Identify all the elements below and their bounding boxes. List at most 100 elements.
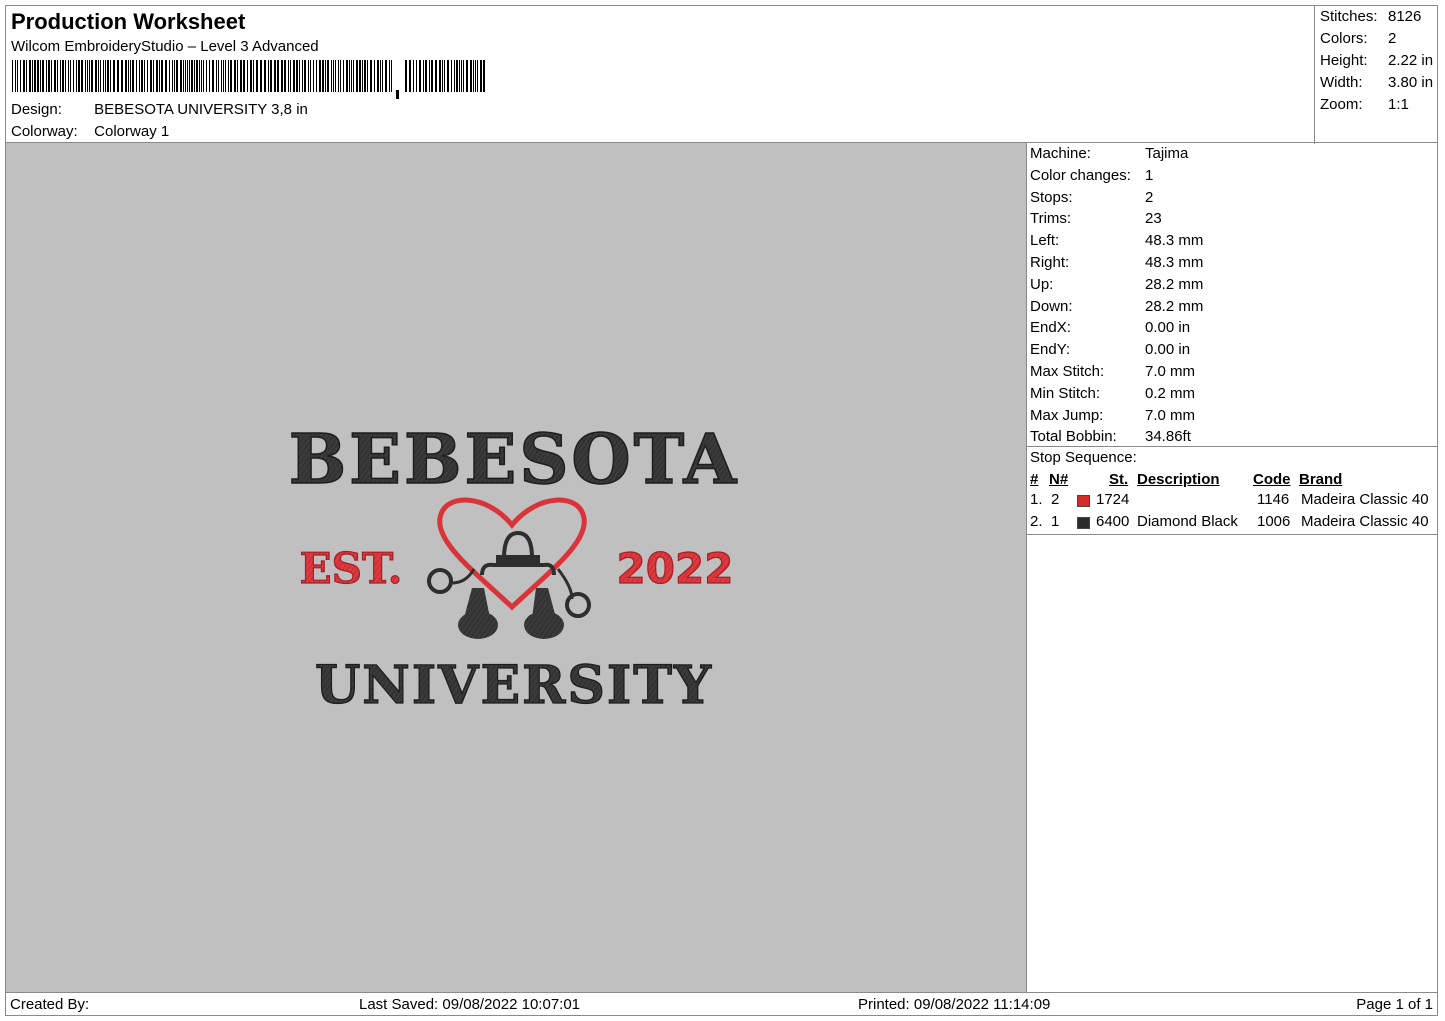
row-code: 1146: [1257, 491, 1290, 508]
barcode: [12, 60, 485, 99]
detail-label: Stops:: [1030, 188, 1073, 206]
colors-row: Colors: 2: [1320, 30, 1396, 47]
design-text-university: UNIVERSITY: [315, 655, 713, 716]
detail-label: Max Stitch:: [1030, 363, 1105, 380]
software-name: Wilcom EmbroideryStudio – Level 3 Advanc…: [11, 38, 319, 55]
zoom-value: 1:1: [1388, 96, 1409, 113]
row-brand: Madeira Classic 40: [1301, 491, 1429, 508]
height-label: Height:: [1320, 52, 1368, 69]
detail-label: Left:: [1030, 232, 1060, 250]
detail-value: 48.3 mm: [1145, 232, 1204, 250]
design-text-bebesota: BEBESOTA: [289, 420, 740, 500]
detail-value: 2: [1145, 188, 1154, 206]
detail-value: 48.3 mm: [1145, 254, 1204, 271]
col-header-needle: N#: [1049, 471, 1069, 488]
detail-row: Max Jump: 7.0 mm: [1030, 407, 1195, 424]
design-value: BEBESOTA UNIVERSITY 3,8 in: [94, 101, 308, 118]
table-row: 1. 2 1724 1146 Madeira Classic 40: [1027, 491, 1437, 513]
width-label: Width:: [1320, 74, 1363, 91]
height-value: 2.22 in: [1388, 52, 1434, 69]
table-row: 2. 1 6400 Diamond Black 1006 Madeira Cla…: [1027, 513, 1437, 535]
detail-row: Stops: 2: [1030, 189, 1153, 206]
width-row: Width: 3.80 in: [1320, 74, 1433, 91]
detail-row: Trims: 23: [1030, 210, 1162, 227]
detail-row: Color changes: 1: [1030, 167, 1153, 184]
width-value: 3.80 in: [1388, 74, 1434, 91]
stitches-row: Stitches: 8126: [1320, 8, 1421, 25]
col-header-description: Description: [1137, 471, 1220, 488]
page-title: Production Worksheet: [11, 9, 246, 34]
worksheet-footer: Created By: Last Saved: 09/08/2022 10:07…: [5, 992, 1438, 1016]
row-stitches: 1724: [1096, 491, 1130, 508]
detail-value: 0.00 in: [1145, 319, 1191, 337]
col-header-brand: Brand: [1299, 471, 1343, 488]
detail-value: 28.2 mm: [1145, 297, 1204, 315]
last-saved: Last Saved: 09/08/2022 10:07:01: [359, 996, 581, 1013]
summary-panel: Stitches: 8126 Colors: 2 Height: 2.22 in Wi…: [1314, 6, 1439, 144]
detail-label: Right:: [1030, 254, 1070, 271]
detail-label: Machine:: [1030, 145, 1091, 162]
thread-color-swatch: [1077, 517, 1090, 529]
detail-row: EndX: 0.00 in: [1030, 319, 1190, 336]
detail-label: EndX:: [1030, 319, 1071, 337]
detail-row: Machine: Tajima: [1030, 145, 1188, 162]
embroidery-design: BEBESOTA EST. 2022 UNIVERSITY: [288, 419, 740, 716]
detail-value: Tajima: [1145, 145, 1189, 162]
row-code: 1006: [1257, 513, 1291, 530]
row-num: 2.: [1030, 513, 1043, 530]
row-num: 1.: [1030, 491, 1043, 508]
row-description: Diamond Black: [1137, 513, 1238, 530]
row-needle: 2: [1051, 491, 1060, 508]
design-row: Design: BEBESOTA UNIVERSITY 3,8 in: [11, 101, 308, 118]
detail-row: Right: 48.3 mm: [1030, 254, 1203, 271]
detail-value: 23: [1145, 210, 1162, 228]
detail-row: EndY: 0.00 in: [1030, 341, 1190, 358]
design-text-year: 2022: [617, 544, 734, 593]
row-brand: Madeira Classic 40: [1301, 513, 1429, 530]
detail-row: Left: 48.3 mm: [1030, 232, 1203, 249]
detail-row: Up: 28.2 mm: [1030, 276, 1203, 293]
detail-value: 34.86ft: [1145, 428, 1191, 446]
stitches-label: Stitches:: [1320, 8, 1378, 25]
detail-row: Min Stitch: 0.2 mm: [1030, 385, 1195, 402]
detail-row: Max Stitch: 7.0 mm: [1030, 363, 1195, 380]
detail-label: Trims:: [1030, 210, 1072, 228]
detail-label: Color changes:: [1030, 166, 1131, 184]
thread-color-swatch: [1077, 495, 1090, 507]
col-header-code: Code: [1253, 471, 1291, 488]
printed-date: Printed: 09/08/2022 11:14:09: [858, 996, 1051, 1013]
design-text-est: EST.: [300, 544, 403, 593]
detail-label: Max Jump:: [1030, 406, 1104, 424]
detail-label: Down:: [1030, 297, 1073, 315]
zoom-label: Zoom:: [1320, 96, 1363, 113]
design-preview: BEBESOTA EST. 2022 UNIVERSITY: [5, 142, 1027, 993]
stop-sequence-title: Stop Sequence:: [1030, 449, 1137, 466]
detail-value: 1: [1145, 166, 1154, 184]
heart-character-graphic: [427, 497, 591, 639]
detail-value: 7.0 mm: [1145, 363, 1196, 380]
detail-label: EndY:: [1030, 341, 1071, 359]
zoom-row: Zoom: 1:1: [1320, 96, 1409, 113]
colorway-row: Colorway: Colorway 1: [11, 123, 169, 140]
page-number: Page 1 of 1: [1356, 996, 1433, 1013]
stitches-value: 8126: [1388, 8, 1422, 25]
worksheet-header: Production Worksheet Wilcom EmbroiderySt…: [5, 5, 1439, 144]
detail-value: 7.0 mm: [1145, 406, 1196, 424]
row-stitches: 6400: [1096, 513, 1130, 530]
row-needle: 1: [1051, 513, 1060, 530]
machine-details-panel: Machine: Tajima Color changes: 1 Stops: 2 Trim…: [1026, 142, 1438, 993]
created-by: Created By:: [10, 996, 90, 1013]
detail-value: 28.2 mm: [1145, 275, 1204, 293]
detail-label: Total Bobbin:: [1030, 428, 1117, 446]
colors-label: Colors:: [1320, 30, 1368, 47]
design-label: Design:: [11, 101, 62, 118]
colors-value: 2: [1388, 30, 1397, 47]
detail-row: Down: 28.2 mm: [1030, 298, 1203, 315]
divider: [1027, 446, 1437, 447]
colorway-value: Colorway 1: [94, 123, 170, 140]
height-row: Height: 2.22 in: [1320, 52, 1433, 69]
divider: [1027, 534, 1437, 535]
detail-value: 0.00 in: [1145, 341, 1191, 359]
detail-label: Min Stitch:: [1030, 384, 1101, 402]
detail-row: Total Bobbin: 34.86ft: [1030, 428, 1191, 445]
